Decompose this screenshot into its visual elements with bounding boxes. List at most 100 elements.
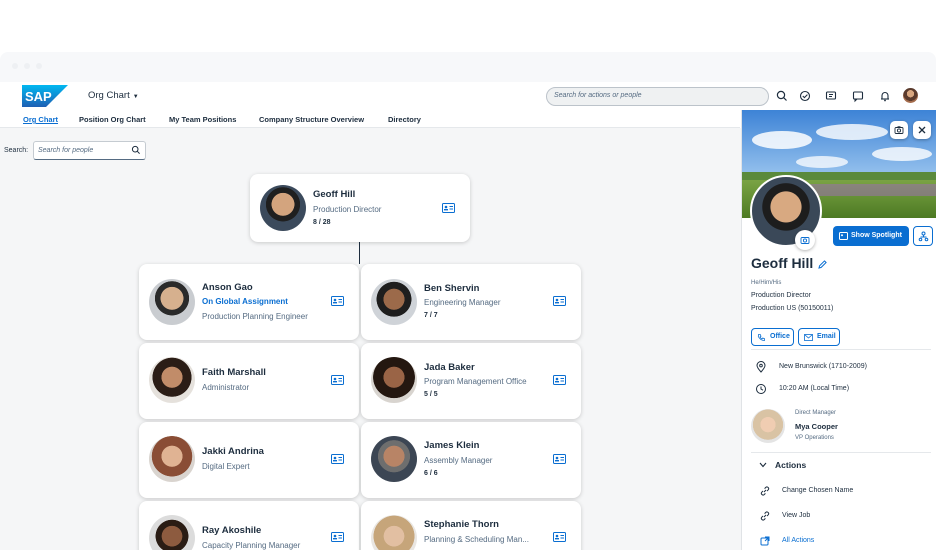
person-title: Assembly Manager xyxy=(424,456,493,465)
global-assignment-status: On Global Assignment xyxy=(202,297,288,306)
manager-name[interactable]: Mya Cooper xyxy=(795,422,838,431)
location-pin-icon xyxy=(756,361,766,373)
people-search-input[interactable]: Search for people xyxy=(33,141,146,160)
search-icon[interactable] xyxy=(775,89,789,103)
camera-icon xyxy=(800,237,810,244)
close-panel-button[interactable] xyxy=(913,121,931,139)
tab-company-structure-overview[interactable]: Company Structure Overview xyxy=(259,115,364,124)
hierarchy-icon xyxy=(918,231,929,242)
external-link-icon xyxy=(760,536,770,546)
phone-icon xyxy=(757,334,765,341)
action-all-actions[interactable]: All Actions xyxy=(782,537,814,544)
window-top-strip xyxy=(0,52,936,82)
person-photo xyxy=(371,436,417,482)
section-divider xyxy=(751,452,931,453)
clock-icon xyxy=(756,384,766,394)
person-title: Engineering Manager xyxy=(424,298,501,307)
app-title-menu[interactable]: Org Chart ▼ xyxy=(88,90,139,101)
tab-org-chart[interactable]: Org Chart xyxy=(23,115,58,124)
shell-bar xyxy=(0,82,936,110)
action-change-chosen-name[interactable]: Change Chosen Name xyxy=(782,487,853,494)
sap-logo: SAP xyxy=(22,85,68,107)
office-button[interactable]: Office xyxy=(751,328,794,346)
person-name: Jada Baker xyxy=(424,362,475,373)
person-name: James Klein xyxy=(424,440,480,451)
person-title: Digital Expert xyxy=(202,462,250,471)
person-title: Production Director xyxy=(313,205,382,214)
person-name: Ben Shervin xyxy=(424,283,480,294)
team-count: 5 / 5 xyxy=(424,391,438,398)
change-banner-button[interactable] xyxy=(890,121,908,139)
contact-card-icon[interactable] xyxy=(442,203,455,213)
chat-icon[interactable] xyxy=(824,89,838,103)
window-dot xyxy=(36,63,42,69)
person-title: Program Management Office xyxy=(424,377,527,386)
manager-heading: Direct Manager xyxy=(795,410,837,416)
profile-department: Production US (50150011) xyxy=(751,305,834,312)
org-structure-button[interactable] xyxy=(913,226,933,246)
actions-heading[interactable]: Actions xyxy=(775,460,806,470)
search-icon[interactable] xyxy=(131,145,141,155)
contact-card-icon[interactable] xyxy=(553,296,566,306)
user-avatar[interactable] xyxy=(903,88,918,103)
profile-name: Geoff Hill xyxy=(751,255,814,271)
mail-icon xyxy=(804,334,813,341)
contact-card-icon xyxy=(839,232,848,240)
search-label: Search: xyxy=(4,147,29,154)
messages-icon[interactable] xyxy=(851,89,865,103)
person-name: Jakki Andrina xyxy=(202,446,264,457)
contact-card-icon[interactable] xyxy=(553,375,566,385)
contact-card-icon[interactable] xyxy=(553,454,566,464)
team-count: 6 / 6 xyxy=(424,470,438,477)
manager-title: VP Operations xyxy=(795,435,834,441)
person-title: Administrator xyxy=(202,383,250,392)
team-count: 7 / 7 xyxy=(424,312,438,319)
manager-photo[interactable] xyxy=(751,409,785,443)
tab-position-org-chart[interactable]: Position Org Chart xyxy=(79,115,146,124)
person-name: Anson Gao xyxy=(202,282,253,293)
link-icon xyxy=(760,486,770,496)
show-spotlight-label: Show Spotlight xyxy=(851,232,902,239)
person-name: Ray Akoshile xyxy=(202,525,262,536)
tab-directory[interactable]: Directory xyxy=(388,115,421,124)
action-view-job[interactable]: View Job xyxy=(782,512,810,519)
contact-card-icon[interactable] xyxy=(331,454,344,464)
svg-text:SAP: SAP xyxy=(25,89,52,104)
person-photo xyxy=(371,279,417,325)
check-circle-icon[interactable] xyxy=(798,89,812,103)
window-dot xyxy=(12,63,18,69)
email-button-label: Email xyxy=(817,333,836,340)
contact-card-icon[interactable] xyxy=(331,375,344,385)
chevron-down-icon[interactable] xyxy=(759,462,767,468)
person-title: Production Planning Engineer xyxy=(202,312,308,321)
team-count: 8 / 28 xyxy=(313,219,331,226)
tab-my-team-positions[interactable]: My Team Positions xyxy=(169,115,236,124)
email-button[interactable]: Email xyxy=(798,328,840,346)
link-icon xyxy=(760,511,770,521)
camera-icon xyxy=(894,126,904,134)
edit-pencil-icon[interactable] xyxy=(817,259,828,270)
person-photo xyxy=(149,357,195,403)
office-button-label: Office xyxy=(770,333,790,340)
profile-location: New Brunswick (1710-2009) xyxy=(779,363,867,370)
person-title: Capacity Planning Manager xyxy=(202,541,301,550)
profile-pronouns: He/Him/His xyxy=(751,280,782,286)
person-name: Faith Marshall xyxy=(202,367,266,378)
hierarchy-connector xyxy=(359,242,360,264)
person-photo xyxy=(149,279,195,325)
contact-card-icon[interactable] xyxy=(331,296,344,306)
show-spotlight-button[interactable]: Show Spotlight xyxy=(833,226,909,246)
contact-card-icon[interactable] xyxy=(331,532,344,542)
contact-card-icon[interactable] xyxy=(553,532,566,542)
bell-icon[interactable] xyxy=(878,89,892,103)
person-photo xyxy=(260,185,306,231)
global-search-input[interactable]: Search for actions or people xyxy=(546,87,769,106)
section-divider xyxy=(751,349,931,350)
window-dot xyxy=(24,63,30,69)
profile-title: Production Director xyxy=(751,292,811,299)
profile-local-time: 10:20 AM (Local Time) xyxy=(779,385,850,392)
person-photo xyxy=(371,357,417,403)
change-photo-button[interactable] xyxy=(795,230,815,250)
caret-down-icon: ▼ xyxy=(132,94,139,100)
person-photo xyxy=(149,436,195,482)
